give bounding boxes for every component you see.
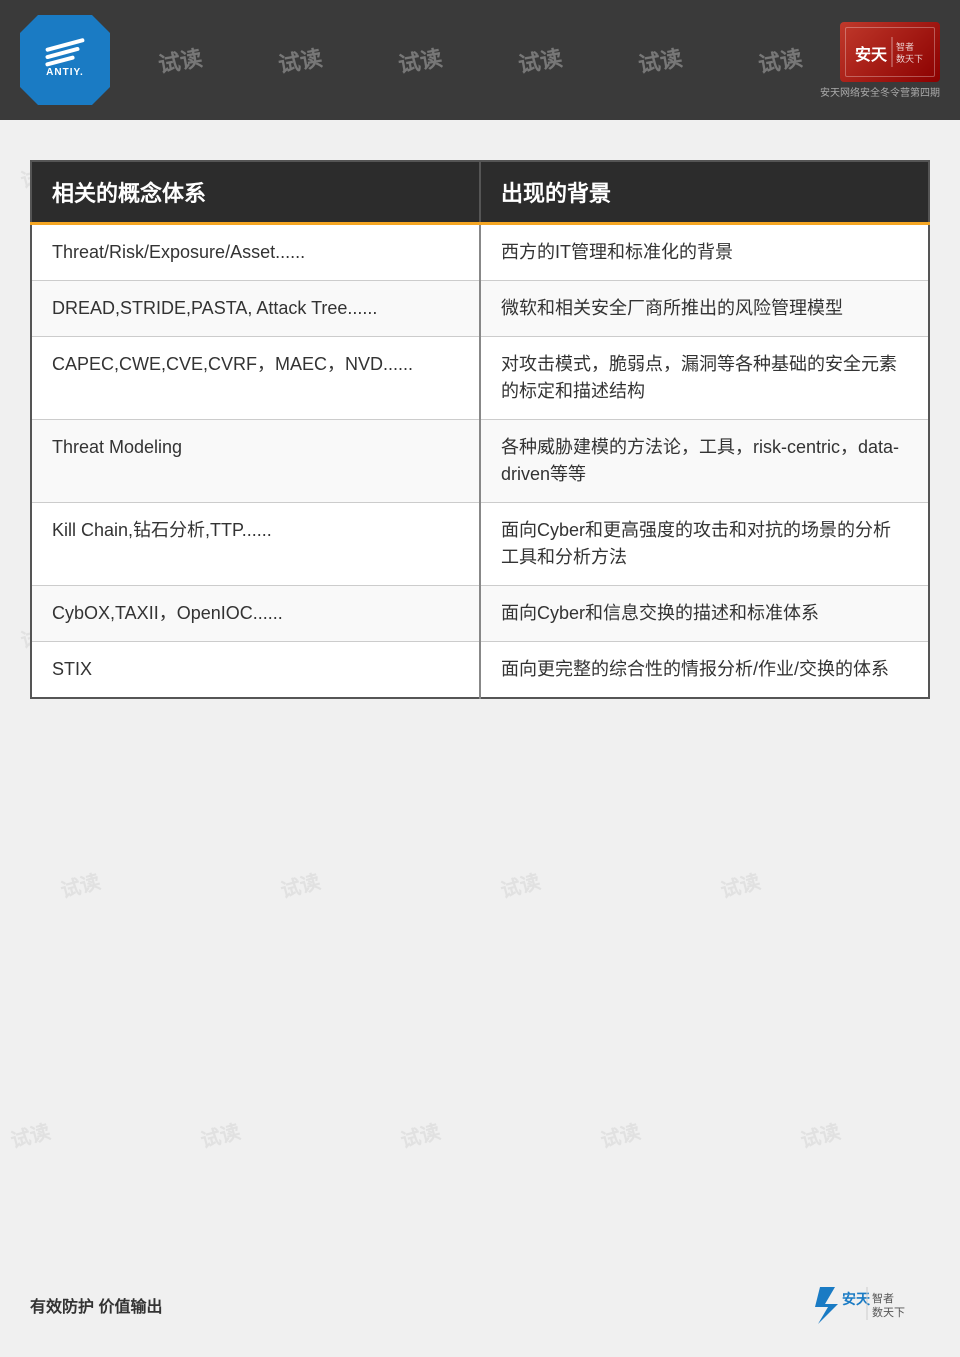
table-row: DREAD,STRIDE,PASTA, Attack Tree...... 微软… [31, 281, 929, 337]
header-subtitle: 安天网络安全冬令营第四期 [820, 84, 940, 99]
header-watermark-3: 试读 [276, 40, 325, 79]
table-row: Kill Chain,钻石分析,TTP...... 面向Cyber和更高强度的攻… [31, 503, 929, 586]
table-cell-left-0: Threat/Risk/Exposure/Asset...... [31, 224, 480, 281]
body-wm-21: 试读 [597, 1115, 643, 1153]
table-cell-right-3: 各种威胁建模的方法论，工具，risk-centric，data-driven等等 [480, 420, 929, 503]
table-cell-left-2: CAPEC,CWE,CVE,CVRF，MAEC，NVD...... [31, 337, 480, 420]
logo-lines [45, 43, 85, 63]
logo: ANTIY. [20, 15, 110, 105]
logo-text: ANTIY. [46, 67, 84, 78]
col2-header: 出现的背景 [480, 161, 929, 224]
header: 试读 试读 试读 试读 试读 试读 试读 试读 ANTIY. 安天 智者 数天下… [0, 0, 960, 120]
table-cell-left-1: DREAD,STRIDE,PASTA, Attack Tree...... [31, 281, 480, 337]
table-cell-left-3: Threat Modeling [31, 420, 480, 503]
table-cell-right-4: 面向Cyber和更高强度的攻击和对抗的场景的分析工具和分析方法 [480, 503, 929, 586]
body-wm-15: 试读 [277, 865, 323, 903]
concept-table: 相关的概念体系 出现的背景 Threat/Risk/Exposure/Asset… [30, 160, 930, 699]
table-cell-right-2: 对攻击模式，脆弱点，漏洞等各种基础的安全元素的标定和描述结构 [480, 337, 929, 420]
table-row: STIX 面向更完整的综合性的情报分析/作业/交换的体系 [31, 642, 929, 699]
table-row: Threat/Risk/Exposure/Asset...... 西方的IT管理… [31, 224, 929, 281]
svg-text:智者: 智者 [872, 1291, 894, 1305]
table-cell-right-5: 面向Cyber和信息交换的描述和标准体系 [480, 586, 929, 642]
footer-logo-svg: 安天 智者 数天下 [810, 1282, 930, 1327]
svg-text:数天下: 数天下 [896, 53, 923, 64]
table-row: CybOX,TAXII，OpenIOC...... 面向Cyber和信息交换的描… [31, 586, 929, 642]
body-wm-16: 试读 [497, 865, 543, 903]
table-cell-left-6: STIX [31, 642, 480, 699]
body-wm-20: 试读 [397, 1115, 443, 1153]
header-watermark-2: 试读 [156, 40, 205, 79]
header-watermark-7: 试读 [756, 40, 805, 79]
header-watermark-6: 试读 [636, 40, 685, 79]
header-watermark-4: 试读 [396, 40, 445, 79]
table-cell-right-6: 面向更完整的综合性的情报分析/作业/交换的体系 [480, 642, 929, 699]
table-row: Threat Modeling 各种威胁建模的方法论，工具，risk-centr… [31, 420, 929, 503]
header-right: 安天 智者 数天下 安天网络安全冬令营第四期 [820, 22, 940, 99]
footer: 有效防护 价值输出 安天 智者 数天下 [0, 1282, 960, 1327]
main-content: 相关的概念体系 出现的背景 Threat/Risk/Exposure/Asset… [0, 120, 960, 739]
footer-left-text: 有效防护 价值输出 [30, 1293, 162, 1317]
svg-text:数天下: 数天下 [872, 1306, 905, 1319]
body-wm-17: 试读 [717, 865, 763, 903]
table-cell-left-5: CybOX,TAXII，OpenIOC...... [31, 586, 480, 642]
table-cell-right-1: 微软和相关安全厂商所推出的风险管理模型 [480, 281, 929, 337]
header-watermark-5: 试读 [516, 40, 565, 79]
footer-right: 安天 智者 数天下 [810, 1282, 930, 1327]
body-wm-22: 试读 [797, 1115, 843, 1153]
svg-text:智者: 智者 [896, 41, 914, 52]
body-wm-14: 试读 [57, 865, 103, 903]
col1-header: 相关的概念体系 [31, 161, 480, 224]
header-logo-svg: 安天 智者 数天下 [850, 32, 930, 72]
body-wm-18: 试读 [7, 1115, 53, 1153]
table-row: CAPEC,CWE,CVE,CVRF，MAEC，NVD...... 对攻击模式，… [31, 337, 929, 420]
header-right-logo: 安天 智者 数天下 [840, 22, 940, 82]
header-watermarks: 试读 试读 试读 试读 试读 试读 试读 试读 [0, 0, 960, 120]
table-cell-left-4: Kill Chain,钻石分析,TTP...... [31, 503, 480, 586]
svg-text:安天: 安天 [855, 45, 888, 64]
table-cell-right-0: 西方的IT管理和标准化的背景 [480, 224, 929, 281]
body-wm-19: 试读 [197, 1115, 243, 1153]
table-header-row: 相关的概念体系 出现的背景 [31, 161, 929, 224]
